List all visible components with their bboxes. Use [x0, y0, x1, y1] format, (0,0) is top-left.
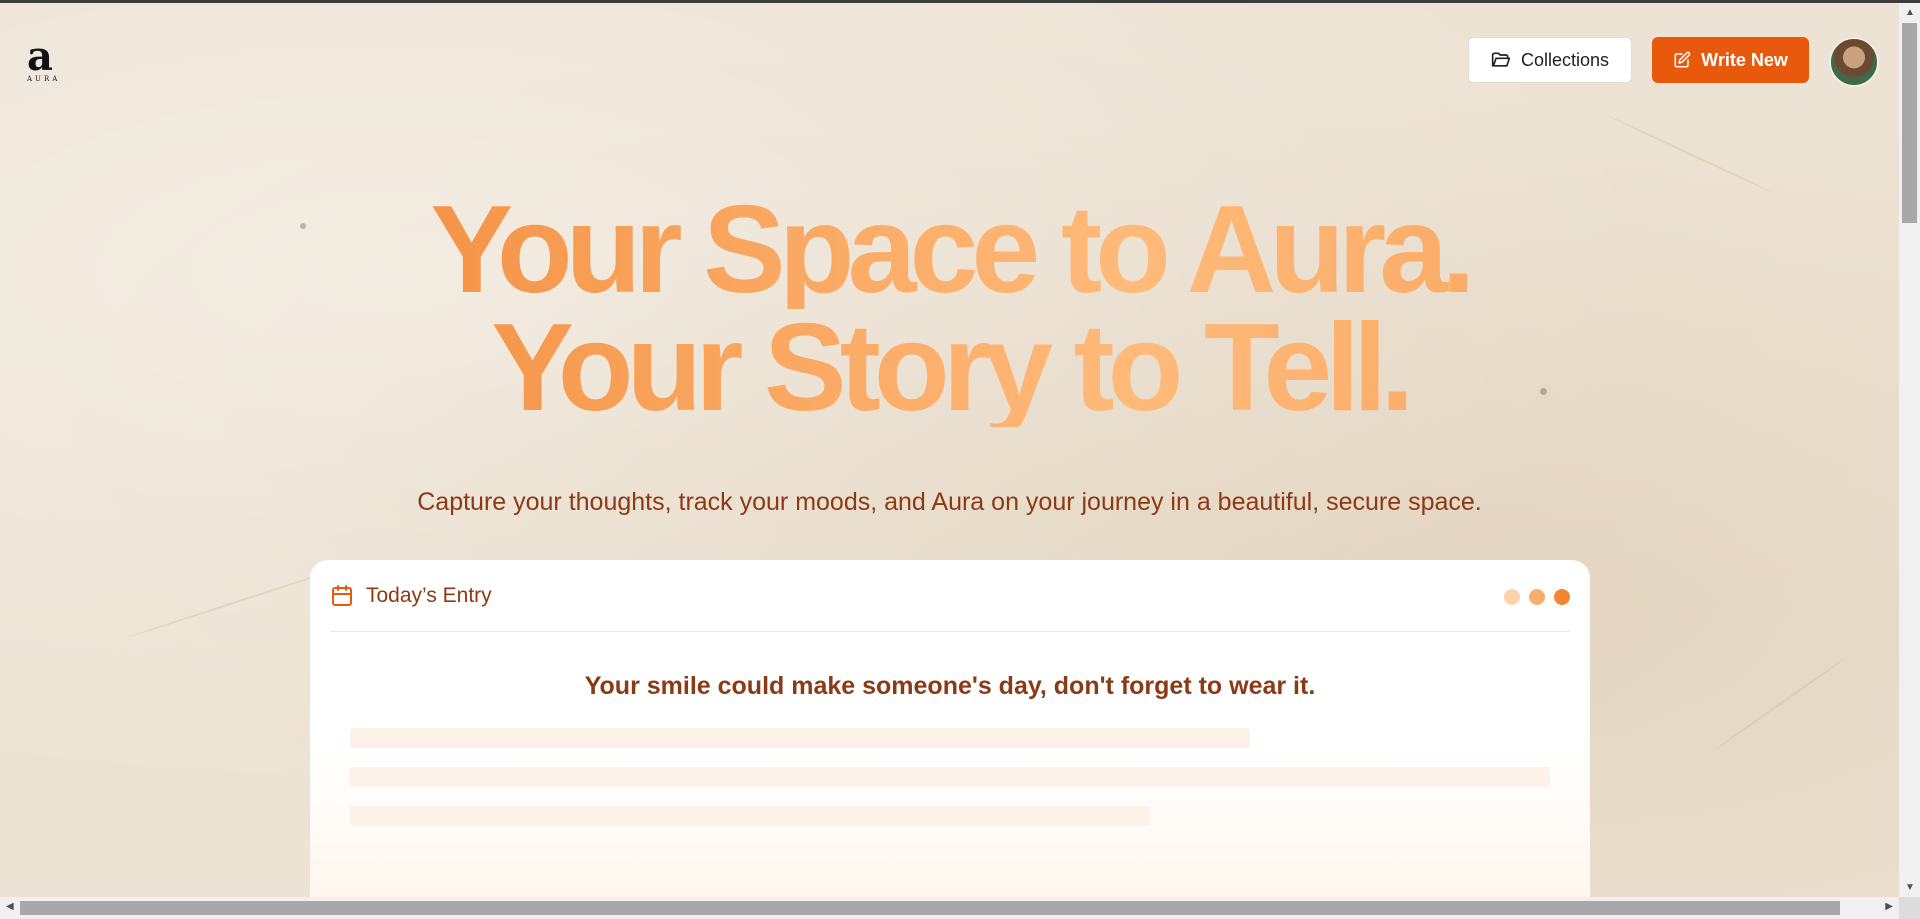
paper-fiber [1713, 657, 1847, 751]
dot-dark [1554, 589, 1570, 605]
logo-glyph: a [27, 33, 53, 80]
hero-headline: Your Space to Aura. Your Story to Tell. [0, 188, 1899, 430]
card-header: Today’s Entry [330, 560, 1570, 632]
aura-logo[interactable]: a AURA [27, 37, 67, 87]
edit-icon [1674, 51, 1691, 68]
placeholder-line [350, 806, 1150, 826]
horizontal-scrollbar[interactable]: ◀ ▶ [0, 897, 1899, 919]
hero-line-2: Your Story to Tell. [0, 306, 1899, 430]
page-viewport: a AURA Collections Write New Your Space … [0, 3, 1899, 897]
horizontal-scroll-thumb[interactable] [20, 901, 1840, 915]
dot-light [1504, 589, 1520, 605]
placeholder-line [350, 728, 1250, 748]
placeholder-line [350, 767, 1550, 787]
vertical-scrollbar[interactable]: ▲ ▼ [1899, 3, 1920, 897]
scrollbar-corner [1899, 897, 1920, 919]
daily-quote: Your smile could make someone's day, don… [584, 672, 1316, 700]
card-title: Today’s Entry [366, 583, 492, 607]
paper-fiber [1608, 115, 1772, 193]
vertical-scroll-thumb[interactable] [1902, 23, 1917, 223]
calendar-icon [332, 584, 352, 606]
card-dots [1504, 589, 1570, 605]
write-new-button[interactable]: Write New [1652, 37, 1809, 83]
user-avatar[interactable] [1829, 37, 1879, 87]
scroll-down-icon[interactable]: ▼ [1905, 882, 1915, 893]
folder-open-icon [1491, 52, 1511, 67]
dot-medium [1529, 589, 1545, 605]
todays-entry-card: Today’s Entry Your smile could make some… [310, 560, 1590, 897]
paper-fiber [125, 569, 335, 639]
logo-wordmark: AURA [27, 75, 61, 83]
collections-button[interactable]: Collections [1468, 37, 1632, 83]
hero-subtitle: Capture your thoughts, track your moods,… [417, 488, 1482, 516]
scroll-left-icon[interactable]: ◀ [6, 901, 14, 912]
write-new-label: Write New [1701, 49, 1788, 70]
collections-label: Collections [1520, 49, 1610, 70]
scroll-right-icon[interactable]: ▶ [1885, 901, 1893, 912]
hero-line-1: Your Space to Aura. [0, 188, 1899, 312]
scroll-up-icon[interactable]: ▲ [1905, 7, 1915, 18]
